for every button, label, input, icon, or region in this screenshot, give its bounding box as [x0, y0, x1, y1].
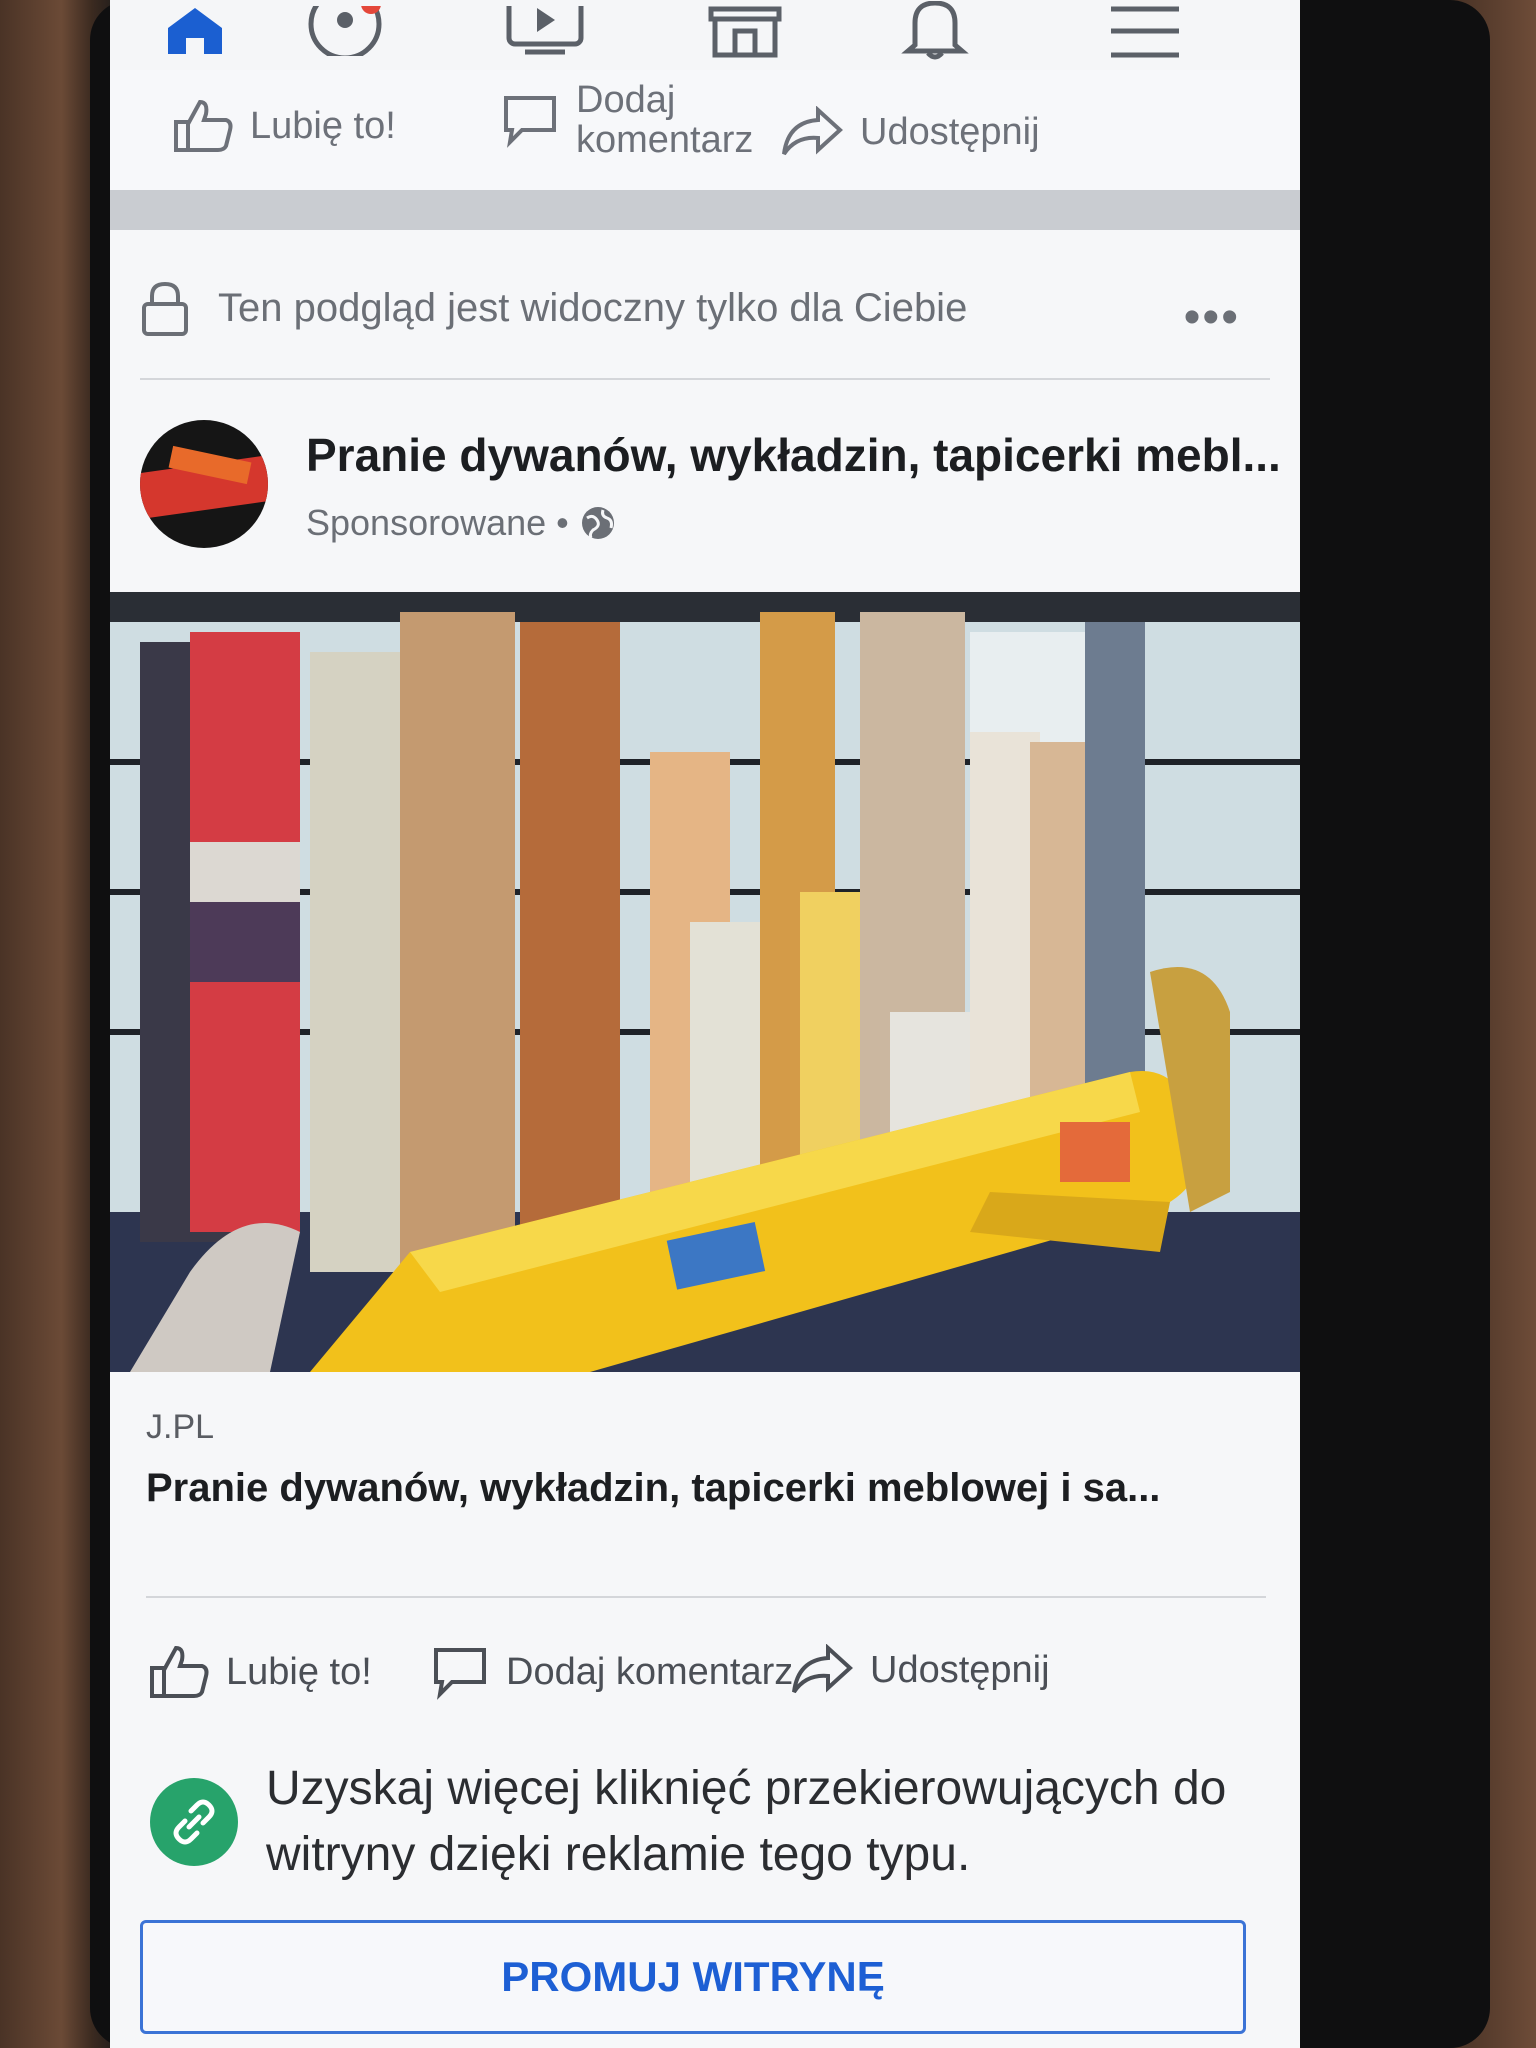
- like-button[interactable]: Lubię to!: [170, 98, 396, 154]
- home-icon[interactable]: [140, 0, 250, 62]
- globe-icon: [581, 507, 614, 539]
- share-label: Udostępnij: [860, 110, 1040, 153]
- share-label: Udostępnij: [870, 1648, 1050, 1691]
- link-domain[interactable]: J.PL: [146, 1408, 214, 1447]
- promote-website-button[interactable]: PROMUJ WITRYNĘ: [140, 1920, 1246, 2034]
- meta-separator: •: [556, 502, 569, 543]
- preview-notice-text: Ten podgląd jest widoczny tylko dla Cieb…: [218, 285, 968, 330]
- page-name[interactable]: Pranie dywanów, wykładzin, tapicerki meb…: [306, 428, 1286, 482]
- like-label: Lubię to!: [226, 1650, 372, 1693]
- preview-notice: Ten podgląd jest widoczny tylko dla Cieb…: [140, 280, 967, 336]
- post-image[interactable]: [110, 592, 1300, 1372]
- share-icon: [782, 106, 843, 156]
- screen: Lubię to! Dodaj komentarz Udostępnij Ten…: [110, 0, 1300, 2048]
- feed-divider: [110, 190, 1300, 230]
- watch-icon[interactable]: [490, 0, 600, 62]
- groups-icon[interactable]: [290, 0, 400, 62]
- divider: [140, 378, 1270, 380]
- share-button[interactable]: Udostępnij: [780, 106, 1040, 158]
- comment-button[interactable]: Dodaj komentarz: [500, 80, 796, 160]
- bell-icon[interactable]: [880, 0, 990, 62]
- thumbs-up-icon: [174, 99, 233, 152]
- link-title[interactable]: Pranie dywanów, wykładzin, tapicerki meb…: [146, 1466, 1266, 1511]
- lock-icon: [142, 281, 188, 336]
- like-label: Lubię to!: [250, 104, 396, 147]
- share-icon: [792, 1644, 853, 1694]
- comment-label: Dodaj komentarz: [506, 1650, 794, 1693]
- comment-icon: [434, 1648, 486, 1700]
- sponsored-post-card: Ten podgląd jest widoczny tylko dla Cieb…: [110, 230, 1300, 2048]
- promo-tip: Uzyskaj więcej kliknięć przekierowującyc…: [150, 1756, 1266, 1888]
- previous-post-actions: Lubię to! Dodaj komentarz Udostępnij: [110, 70, 1300, 190]
- more-options-icon[interactable]: •••: [1184, 290, 1240, 345]
- promo-text: Uzyskaj więcej kliknięć przekierowującyc…: [266, 1762, 1227, 1881]
- post-meta: Sponsorowane •: [306, 502, 617, 544]
- thumbs-up-icon: [150, 1645, 209, 1698]
- carpet-rolls-photo: [110, 592, 1300, 1372]
- comment-button[interactable]: Dodaj komentarz: [430, 1644, 793, 1700]
- sponsored-label: Sponsorowane: [306, 502, 547, 543]
- comment-icon: [504, 96, 556, 148]
- marketplace-icon[interactable]: [690, 0, 800, 62]
- comment-label: Dodaj komentarz: [576, 79, 754, 161]
- page-avatar[interactable]: [140, 420, 268, 548]
- divider: [146, 1596, 1266, 1598]
- share-button[interactable]: Udostępnij: [790, 1644, 1050, 1696]
- link-icon: [150, 1778, 238, 1866]
- like-button[interactable]: Lubię to!: [146, 1644, 372, 1700]
- menu-icon[interactable]: [1090, 0, 1200, 62]
